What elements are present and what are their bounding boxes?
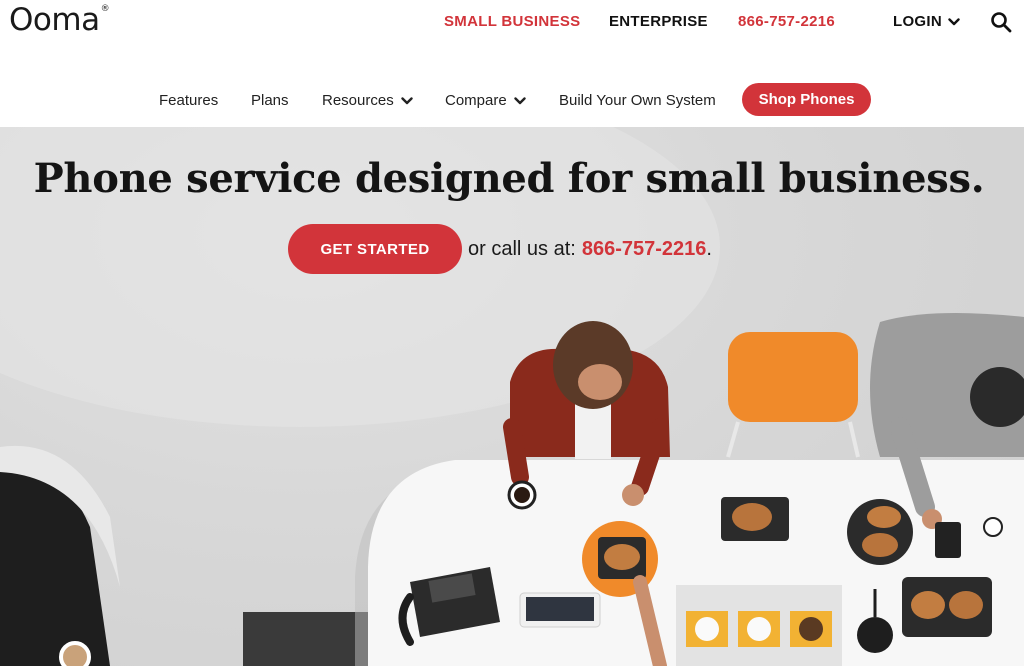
nav-build-your-own-system[interactable]: Build Your Own System <box>559 92 716 109</box>
get-started-label: GET STARTED <box>320 240 430 258</box>
nav-build-label: Build Your Own System <box>559 92 716 109</box>
small-business-link[interactable]: SMALL BUSINESS <box>444 13 580 30</box>
ooma-logo[interactable]: Ooma® <box>9 2 110 38</box>
enterprise-link[interactable]: ENTERPRISE <box>609 13 708 30</box>
login-label: LOGIN <box>893 13 942 30</box>
nav-resources-label: Resources <box>322 92 394 109</box>
hero-section: Phone service designed for small busines… <box>0 127 1024 666</box>
call-suffix: . <box>706 237 712 260</box>
hero-heading: Phone service designed for small busines… <box>33 155 985 202</box>
nav-compare[interactable]: Compare <box>445 92 526 109</box>
hero-office-photo <box>0 127 1024 666</box>
search-icon[interactable] <box>990 11 1012 33</box>
chevron-down-icon <box>948 17 960 25</box>
hero-cta-row: GET STARTED or call us at: 866-757-2216 … <box>288 224 712 274</box>
hero-phone-link[interactable]: 866-757-2216 <box>582 238 707 261</box>
call-us-text: or call us at: <box>468 237 576 260</box>
logo-registered-mark: ® <box>100 3 110 14</box>
nav-resources[interactable]: Resources <box>322 92 413 109</box>
nav-features[interactable]: Features <box>159 92 218 109</box>
shop-phones-button[interactable]: Shop Phones <box>742 83 871 116</box>
login-menu[interactable]: LOGIN <box>893 13 960 30</box>
chevron-down-icon <box>514 96 526 104</box>
top-bar: Ooma® SMALL BUSINESS ENTERPRISE 866-757-… <box>0 0 1024 46</box>
nav-compare-label: Compare <box>445 92 507 109</box>
nav-features-label: Features <box>159 92 219 109</box>
header-phone-link[interactable]: 866-757-2216 <box>738 13 835 30</box>
get-started-button[interactable]: GET STARTED <box>288 224 462 274</box>
nav-plans[interactable]: Plans <box>251 92 289 109</box>
chevron-down-icon <box>401 96 413 104</box>
shop-phones-label: Shop Phones <box>758 91 855 108</box>
logo-text: Ooma <box>9 2 100 38</box>
nav-plans-label: Plans <box>251 92 289 109</box>
